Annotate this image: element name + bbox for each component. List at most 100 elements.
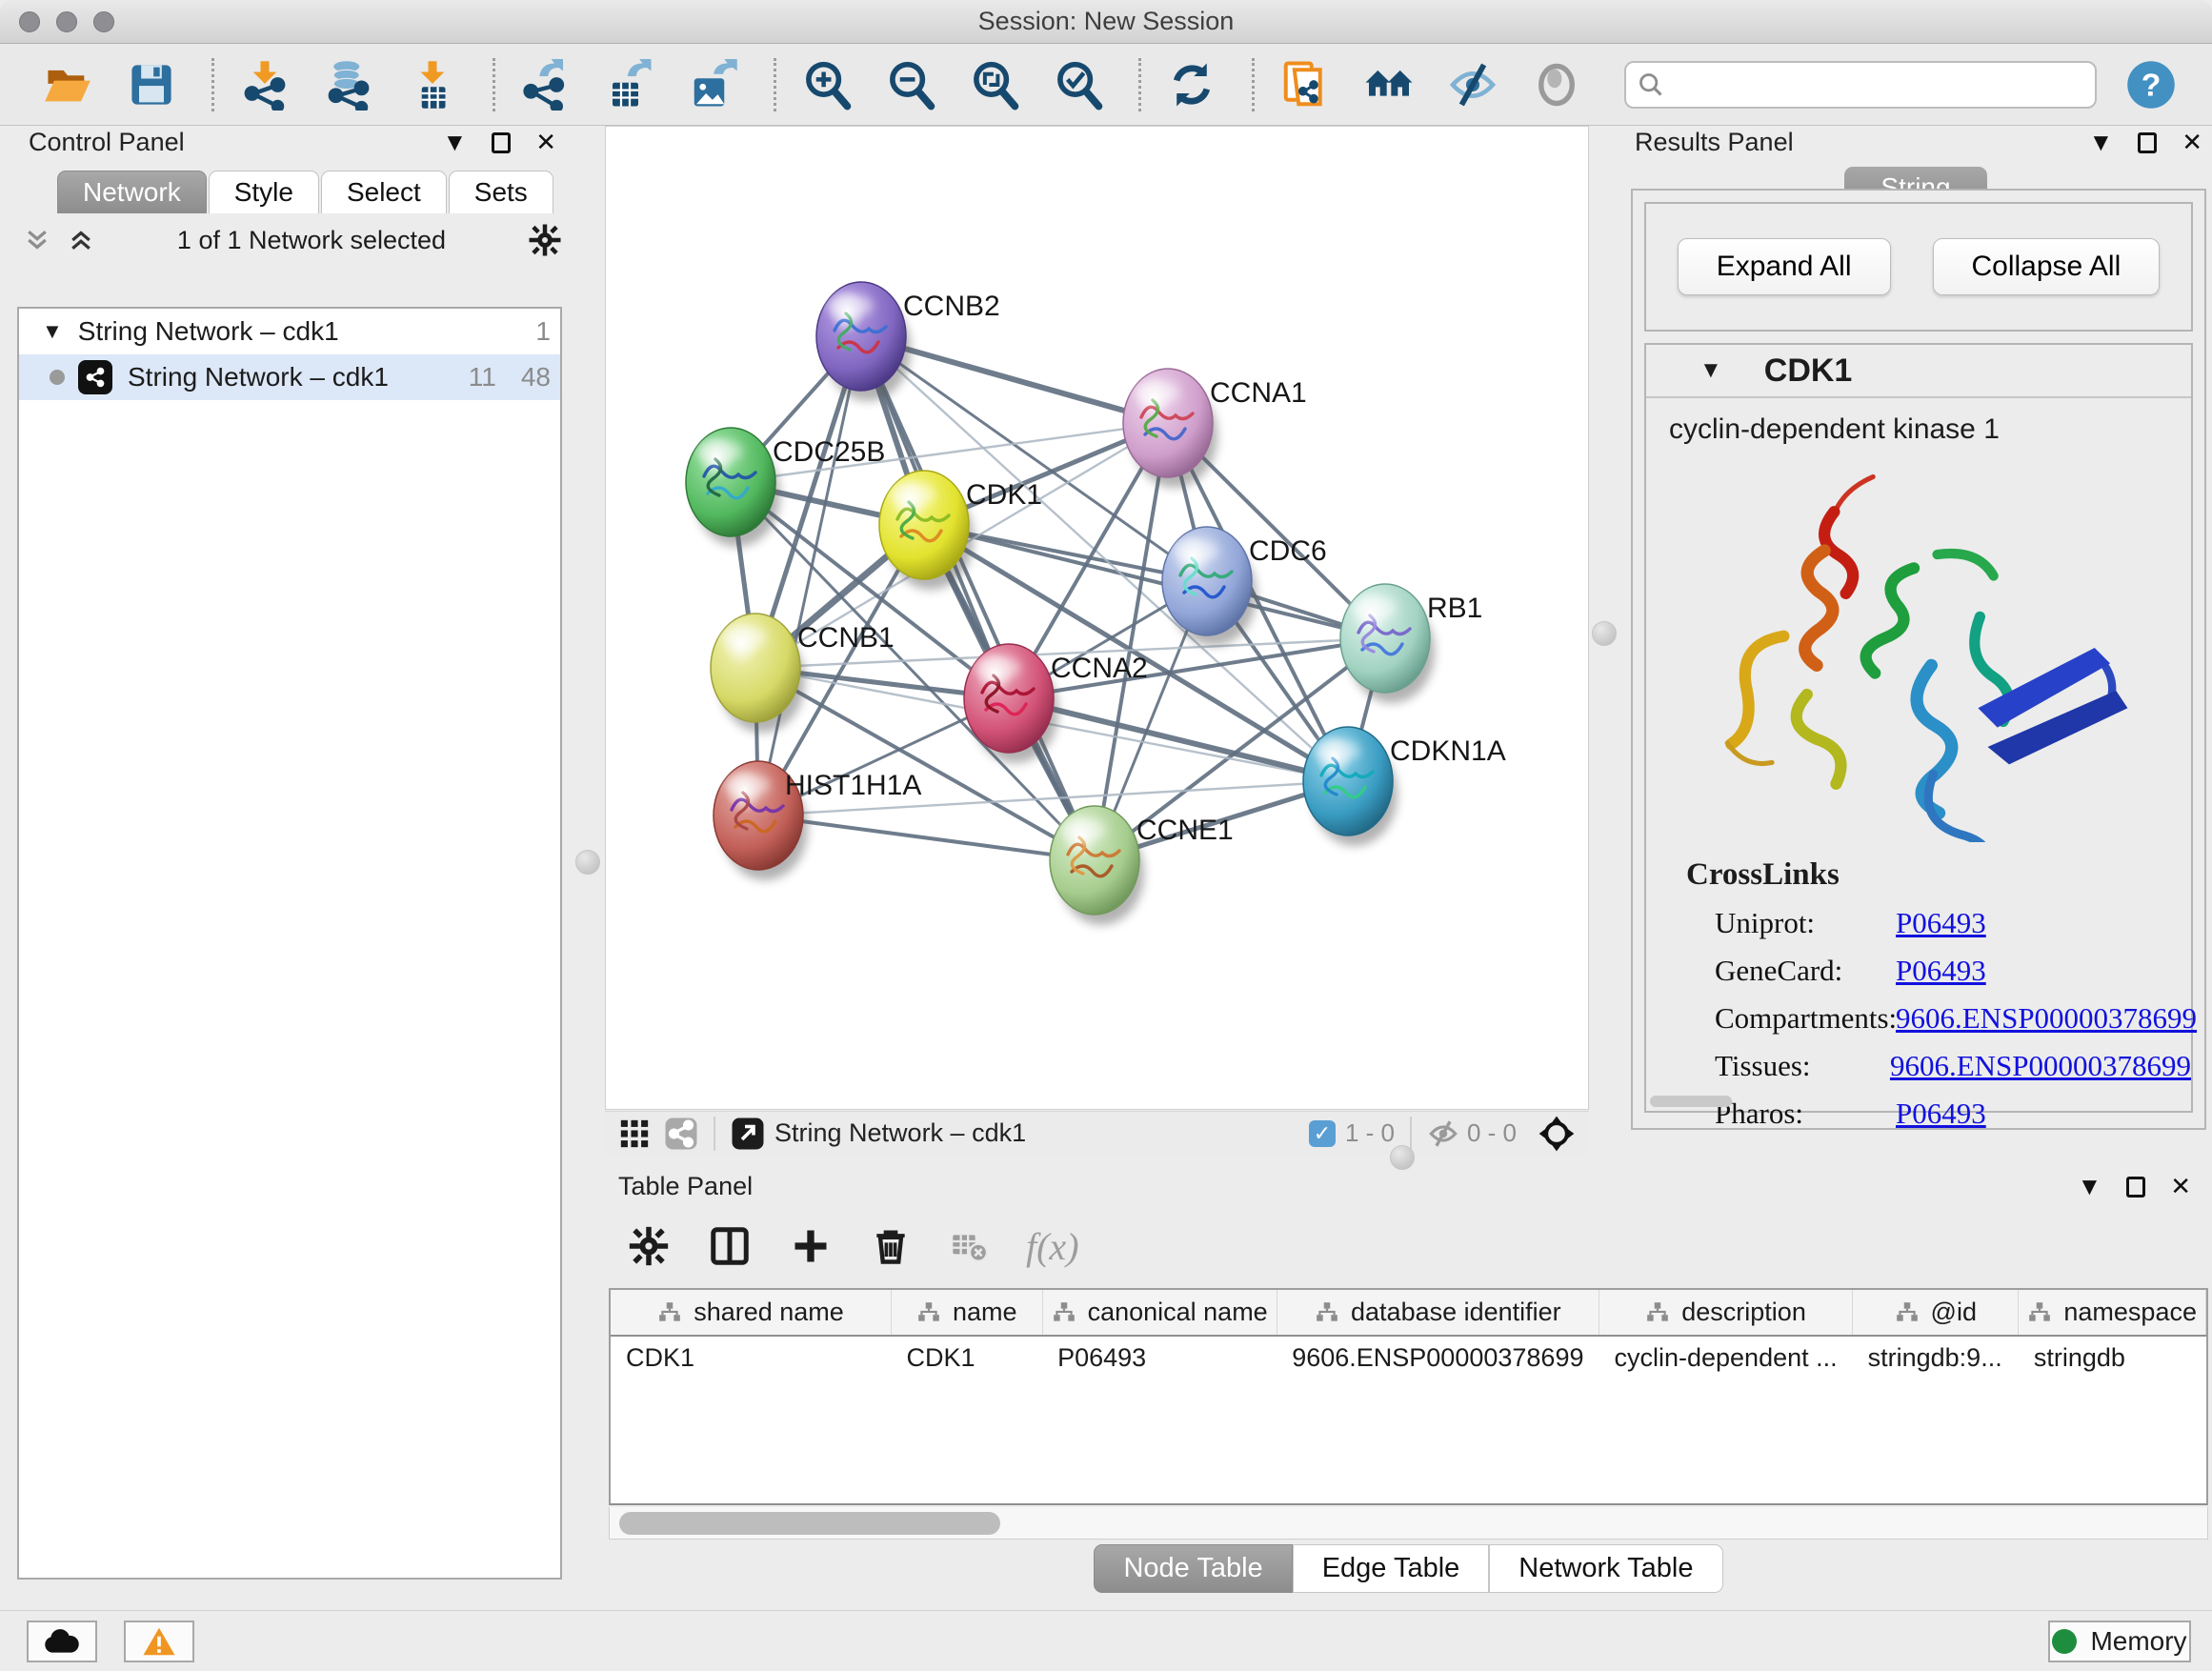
float-panel-icon[interactable]: ▼ — [442, 128, 467, 157]
zoom-out-button[interactable] — [881, 55, 940, 114]
add-column-icon[interactable] — [790, 1225, 832, 1267]
network-edge[interactable] — [758, 336, 861, 815]
zoom-fit-button[interactable] — [965, 55, 1024, 114]
table-cell[interactable]: stringdb:9... — [1853, 1336, 2019, 1379]
export-table-button[interactable] — [600, 55, 659, 114]
node-table[interactable]: shared namenamecanonical namedatabase id… — [609, 1288, 2208, 1505]
network-node-CDC6[interactable]: CDC6 — [1162, 527, 1327, 646]
column-header-database-identifier[interactable]: database identifier — [1277, 1290, 1599, 1336]
detach-view-icon[interactable] — [731, 1117, 765, 1151]
export-network-button[interactable] — [516, 55, 575, 114]
column-header--id[interactable]: @id — [1853, 1290, 2019, 1336]
table-settings-gear-icon[interactable] — [628, 1225, 670, 1267]
collection-expand-icon[interactable]: ▼ — [42, 319, 63, 344]
zoom-out-icon — [885, 59, 936, 111]
delete-column-icon[interactable] — [870, 1225, 912, 1267]
refresh-view-button[interactable] — [1162, 55, 1221, 114]
right-splitter-handle[interactable] — [1592, 621, 1617, 646]
export-image-button[interactable] — [684, 55, 743, 114]
table-cell[interactable]: stringdb — [2019, 1336, 2206, 1379]
network-node-CCNB2[interactable]: CCNB2 — [816, 282, 1000, 401]
help-button[interactable]: ? — [2122, 55, 2181, 114]
column-header-name[interactable]: name — [891, 1290, 1042, 1336]
expand-all-icon[interactable] — [67, 226, 95, 254]
birds-eye-icon[interactable] — [1538, 1115, 1576, 1153]
save-session-button[interactable] — [122, 55, 181, 114]
network-collection-row[interactable]: ▼ String Network – cdk1 1 — [19, 309, 560, 354]
crosslink-row: Uniprot:P06493 — [1715, 906, 2191, 940]
network-node-CCNE1[interactable]: CCNE1 — [1050, 806, 1234, 925]
show-all-button[interactable] — [1527, 55, 1586, 114]
tab-node-table[interactable]: Node Table — [1094, 1544, 1292, 1593]
table-hscroll-thumb[interactable] — [619, 1512, 1000, 1535]
close-panel-icon[interactable]: ✕ — [535, 128, 556, 157]
network-node-CDK1[interactable]: CDK1 — [879, 471, 1042, 590]
column-header-shared-name[interactable]: shared name — [611, 1290, 891, 1336]
tab-edge-table[interactable]: Edge Table — [1293, 1544, 1490, 1593]
close-panel-icon[interactable]: ✕ — [2182, 128, 2202, 157]
hide-selected-button[interactable] — [1443, 55, 1502, 114]
column-header-canonical-name[interactable]: canonical name — [1042, 1290, 1277, 1336]
maximize-panel-icon[interactable] — [492, 132, 511, 153]
maximize-panel-icon[interactable] — [2138, 132, 2157, 153]
open-session-button[interactable] — [38, 55, 97, 114]
import-table-file-button[interactable] — [403, 55, 462, 114]
memory-button[interactable]: Memory — [2048, 1621, 2191, 1662]
tab-sets[interactable]: Sets — [449, 171, 553, 213]
column-header-namespace[interactable]: namespace — [2019, 1290, 2206, 1336]
warnings-button[interactable] — [124, 1621, 194, 1662]
table-cell[interactable]: P06493 — [1042, 1336, 1277, 1379]
tab-select[interactable]: Select — [321, 171, 447, 213]
table-cell[interactable]: CDK1 — [611, 1336, 891, 1379]
float-panel-icon[interactable]: ▼ — [2088, 128, 2113, 157]
results-hscroll-thumb[interactable] — [1650, 1096, 1732, 1107]
network-node-CDC25B[interactable]: CDC25B — [686, 428, 885, 547]
crosslink-value-link[interactable]: P06493 — [1896, 954, 1986, 988]
crosslink-value-link[interactable]: P06493 — [1896, 906, 1986, 940]
zoom-selected-button[interactable] — [1049, 55, 1108, 114]
gear-icon[interactable] — [528, 223, 562, 257]
tab-style[interactable]: Style — [209, 171, 319, 213]
node-label-CDC25B: CDC25B — [773, 436, 885, 468]
network-edge[interactable] — [758, 815, 1095, 860]
maximize-panel-icon[interactable] — [2126, 1177, 2145, 1198]
tab-network-table[interactable]: Network Table — [1489, 1544, 1722, 1593]
network-canvas[interactable]: CCNB2CCNA1CDC25BCDK1CDC6RB1CCNB1CCNA2CDK… — [606, 127, 1588, 1109]
clone-network-button[interactable] — [1276, 55, 1335, 114]
table-row[interactable]: CDK1CDK1P064939606.ENSP00000378699cyclin… — [611, 1336, 2206, 1379]
network-node-HIST1H1A[interactable]: HIST1H1A — [714, 761, 921, 880]
network-node-CCNB1[interactable]: CCNB1 — [711, 614, 895, 733]
network-node-RB1[interactable]: RB1 — [1340, 584, 1482, 703]
crosslink-value-link[interactable]: P06493 — [1896, 1097, 1986, 1131]
selected-checkbox-icon[interactable]: ✓ — [1309, 1120, 1336, 1147]
table-cell[interactable]: CDK1 — [891, 1336, 1042, 1379]
collapse-all-button[interactable]: Collapse All — [1933, 238, 2161, 295]
import-network-file-button[interactable] — [235, 55, 294, 114]
zoom-in-button[interactable] — [797, 55, 856, 114]
crosslink-value-link[interactable]: 9606.ENSP00000378699 — [1896, 1001, 2197, 1036]
close-panel-icon[interactable]: ✕ — [2170, 1172, 2191, 1201]
tab-network[interactable]: Network — [57, 171, 207, 213]
grid-view-icon[interactable] — [618, 1117, 651, 1150]
left-splitter-handle[interactable] — [575, 850, 600, 875]
network-node-CDKN1A[interactable]: CDKN1A — [1303, 727, 1506, 846]
network-canvas-container[interactable]: CCNB2CCNA1CDC25BCDK1CDC6RB1CCNB1CCNA2CDK… — [605, 126, 1589, 1110]
expand-all-button[interactable]: Expand All — [1678, 238, 1891, 295]
float-panel-icon[interactable]: ▼ — [2077, 1172, 2101, 1201]
table-cell[interactable]: cyclin-dependent ... — [1599, 1336, 1852, 1379]
search-input[interactable] — [1664, 69, 2095, 100]
search-box[interactable] — [1624, 61, 2097, 109]
collapse-all-icon[interactable] — [23, 226, 51, 254]
title-bar: Session: New Session — [0, 0, 2212, 44]
network-share-icon[interactable] — [664, 1117, 698, 1151]
cloud-button[interactable] — [27, 1621, 97, 1662]
table-cell[interactable]: 9606.ENSP00000378699 — [1277, 1336, 1599, 1379]
column-header-description[interactable]: description — [1599, 1290, 1852, 1336]
gene-collapse-icon[interactable]: ▼ — [1699, 357, 1722, 384]
show-columns-icon[interactable] — [708, 1224, 752, 1268]
network-row[interactable]: String Network – cdk1 11 48 — [19, 354, 560, 400]
table-hscrollbar[interactable] — [609, 1507, 2208, 1540]
crosslink-value-link[interactable]: 9606.ENSP00000378699 — [1890, 1049, 2191, 1083]
first-neighbors-button[interactable] — [1359, 55, 1418, 114]
import-network-database-button[interactable] — [319, 55, 378, 114]
